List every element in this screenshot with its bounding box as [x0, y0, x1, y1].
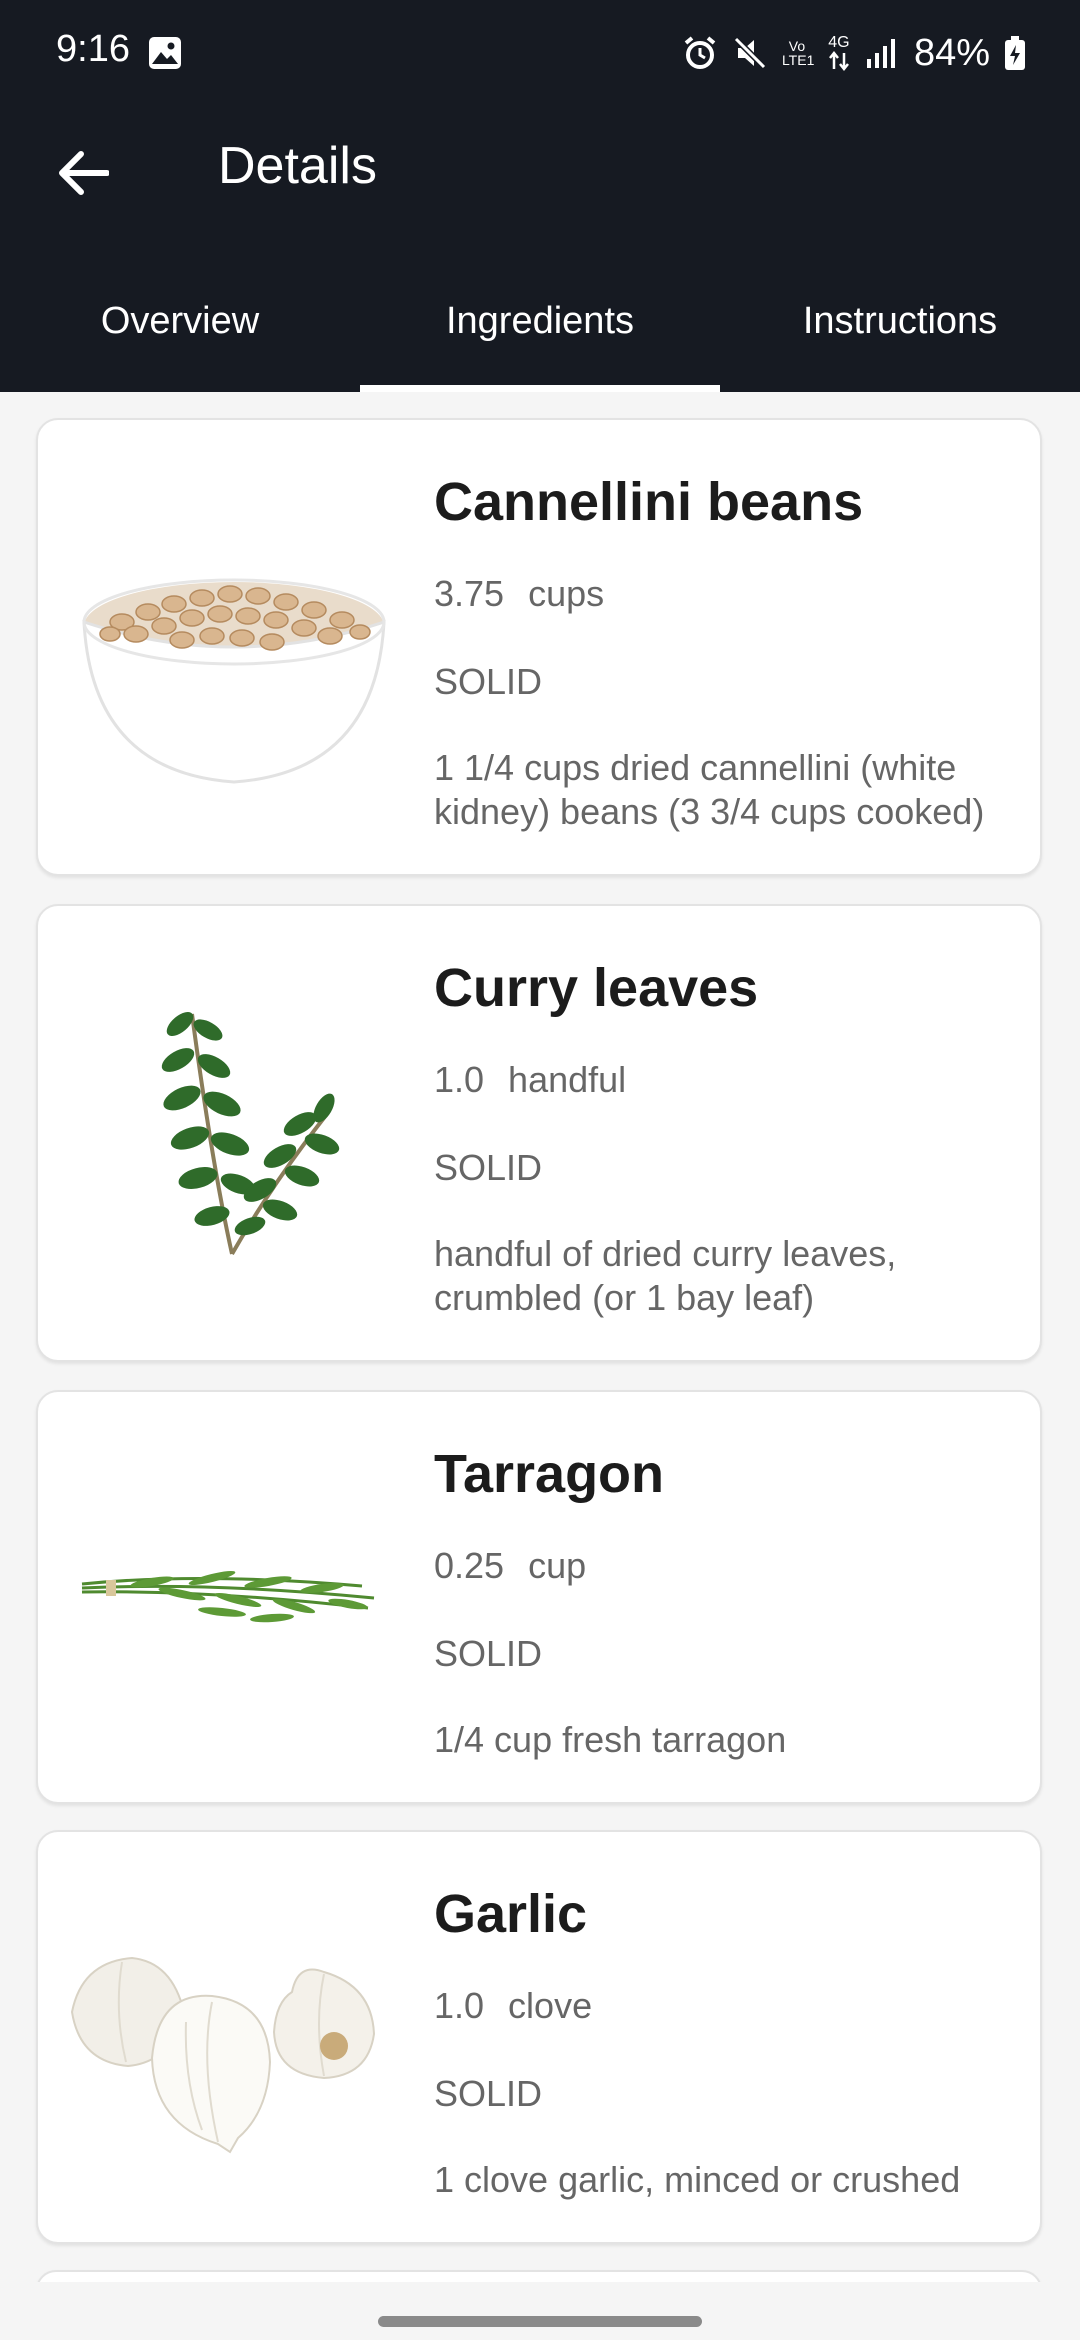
ingredient-type: SOLID: [434, 661, 543, 702]
ingredient-type: SOLID: [434, 2073, 543, 2114]
tab-label: Instructions: [802, 300, 998, 342]
ingredient-amount: 3.75: [434, 573, 505, 614]
curry-leaves-image: [62, 964, 402, 1304]
ingredient-type: SOLID: [434, 1633, 543, 1674]
data-arrows-icon: 4G: [826, 35, 852, 71]
tab-label: Ingredients: [445, 300, 634, 342]
ingredient-description: 1 clove garlic, minced or crushed: [434, 2159, 961, 2200]
back-button[interactable]: [44, 134, 122, 212]
status-icons: Vo LTE1 4G 84%: [682, 28, 1026, 78]
ingredient-type: SOLID: [434, 1147, 543, 1188]
ingredient-list[interactable]: Cannellini beans 3.75 cups SOLID 1 1/4 c…: [0, 392, 1080, 2340]
toolbar: Details: [0, 110, 1080, 226]
tab-bar: Overview Ingredients Instructions: [0, 272, 1080, 392]
ingredient-quantity: 1.0 handful: [434, 1058, 1000, 1102]
tab-ingredients[interactable]: Ingredients: [360, 272, 720, 392]
ingredient-details: Cannellini beans 3.75 cups SOLID 1 1/4 c…: [434, 470, 1000, 834]
status-bar: 9:16 Vo LTE1 4G 84%: [0, 0, 1080, 110]
ingredient-unit: handful: [508, 1059, 627, 1100]
ingredient-name: Cannellini beans: [434, 472, 864, 532]
ingredient-amount: 1.0: [434, 1059, 485, 1100]
ingredient-card[interactable]: Tarragon 0.25 cup SOLID 1/4 cup fresh ta…: [36, 1390, 1042, 1804]
ingredient-quantity: 0.25 cup: [434, 1544, 1000, 1588]
ingredient-amount: 1.0: [434, 1985, 485, 2026]
signal-icon: [866, 37, 896, 69]
ingredient-card[interactable]: Curry leaves 1.0 handful SOLID handful o…: [36, 904, 1042, 1362]
battery-percent: 84%: [913, 31, 990, 74]
battery-charging-icon: [1004, 35, 1026, 71]
ingredient-description: 1 1/4 cups dried cannellini (white kidne…: [434, 747, 985, 832]
ingredient-details: Tarragon 0.25 cup SOLID 1/4 cup fresh ta…: [434, 1442, 1000, 1762]
ingredient-card[interactable]: Garlic 1.0 clove SOLID 1 clove garlic, m…: [36, 1830, 1042, 2244]
page-title: Details: [218, 137, 377, 195]
mute-icon: [732, 35, 768, 71]
arrow-left-icon: [59, 151, 109, 195]
ingredient-details: Garlic 1.0 clove SOLID 1 clove garlic, m…: [434, 1882, 1000, 2202]
alarm-icon: [682, 35, 718, 71]
tab-instructions[interactable]: Instructions: [720, 272, 1080, 392]
tarragon-bunch-image: [62, 1422, 402, 1762]
network-label: 4G: [828, 34, 850, 51]
ingredient-name: Tarragon: [434, 1444, 665, 1504]
volte-label: Vo LTE1: [781, 38, 815, 68]
ingredient-quantity: 3.75 cups: [434, 572, 1000, 616]
ingredient-description: 1/4 cup fresh tarragon: [434, 1719, 787, 1760]
ingredient-amount: 0.25: [434, 1545, 505, 1586]
garlic-bulbs-image: [62, 1862, 402, 2202]
tab-overview[interactable]: Overview: [0, 272, 360, 392]
ingredient-name: Garlic: [434, 1884, 588, 1944]
tab-label: Overview: [100, 300, 260, 342]
volte-icon: Vo LTE1: [781, 38, 815, 68]
ingredient-unit: cups: [528, 573, 605, 614]
status-time: 9:16: [56, 28, 130, 70]
app-bar: 9:16 Vo LTE1 4G 84% Details Overview Ing…: [0, 0, 1080, 392]
ingredient-name: Curry leaves: [434, 958, 759, 1018]
ingredient-card[interactable]: Cannellini beans 3.75 cups SOLID 1 1/4 c…: [36, 418, 1042, 876]
bowl-of-beans-image: [62, 472, 402, 812]
ingredient-details: Curry leaves 1.0 handful SOLID handful o…: [434, 956, 1000, 1320]
ingredient-unit: clove: [508, 1985, 593, 2026]
ingredient-quantity: 1.0 clove: [434, 1984, 1000, 2028]
ingredient-description: handful of dried curry leaves, crumbled …: [434, 1233, 897, 1318]
ingredient-unit: cup: [528, 1545, 587, 1586]
gallery-icon: [148, 36, 182, 70]
gesture-navigation-bar: [0, 2282, 1080, 2340]
home-gesture-handle[interactable]: [378, 2316, 702, 2327]
